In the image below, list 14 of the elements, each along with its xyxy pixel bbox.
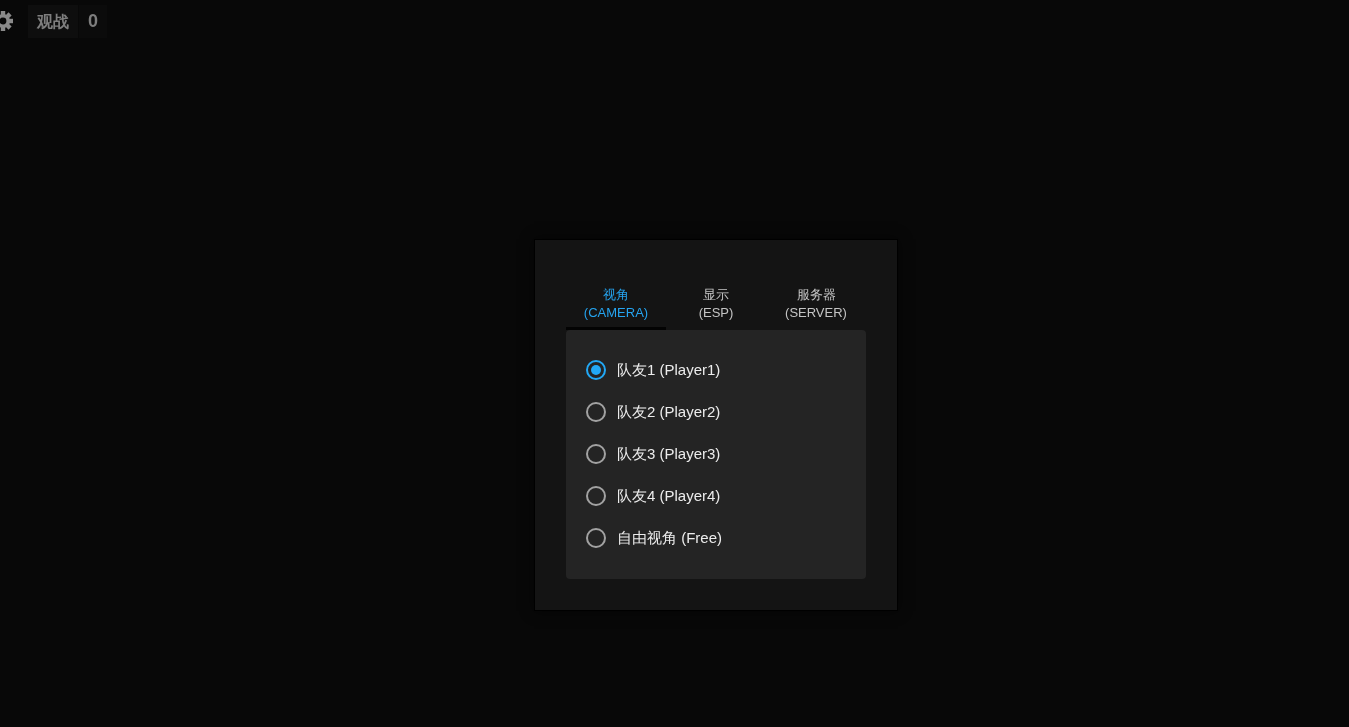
radio-button[interactable] (586, 402, 606, 422)
radio-label[interactable]: 队友2 (Player2) (617, 402, 721, 422)
radio-button[interactable] (586, 528, 606, 548)
radio-label[interactable]: 队友4 (Player4) (617, 486, 721, 506)
tab[interactable]: 显示 (ESP) (666, 283, 766, 330)
settings-icon[interactable] (0, 10, 13, 32)
radio-button[interactable] (586, 486, 606, 506)
radio-label[interactable]: 队友3 (Player3) (617, 444, 721, 464)
tab[interactable]: 服务器 (SERVER) (766, 283, 866, 330)
radio-button[interactable] (586, 444, 606, 464)
radio-button[interactable] (586, 360, 606, 380)
radio-label[interactable]: 自由视角 (Free) (617, 528, 722, 548)
radio-label[interactable]: 队友1 (Player1) (617, 360, 721, 380)
spectate-label: 观战 (28, 4, 78, 38)
